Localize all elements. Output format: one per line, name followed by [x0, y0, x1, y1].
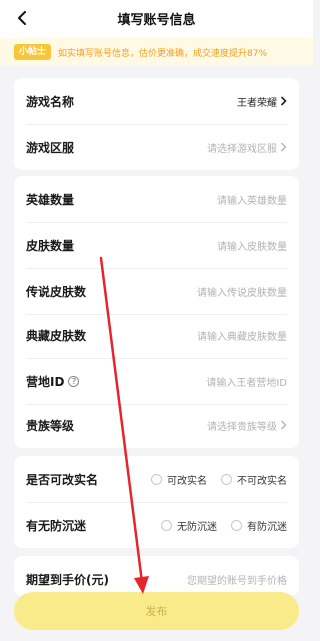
game-info-card: 游戏名称 王者荣耀 游戏区服 请选择游戏区服	[14, 78, 299, 170]
anti-addiction-yes-option[interactable]: 有防沉迷	[231, 518, 287, 533]
tip-badge: 小帖士	[14, 44, 52, 60]
anti-addiction-yes-text: 有防沉迷	[247, 521, 287, 533]
noble-level-row[interactable]: 贵族等级 请选择贵族等级	[14, 402, 299, 448]
noble-level-value: 请选择贵族等级	[207, 418, 287, 433]
hero-count-input[interactable]: 请输入英雄数量	[217, 192, 287, 207]
game-name-label: 游戏名称	[26, 94, 75, 109]
skin-count-input[interactable]: 请输入皮肤数量	[217, 238, 287, 253]
anti-addiction-no-option[interactable]: 无防沉迷	[161, 518, 217, 533]
realname-no-text: 不可改实名	[237, 475, 287, 487]
account-details-card: 英雄数量 请输入英雄数量 皮肤数量 请输入皮肤数量 传说皮肤数 请输入传说皮肤数…	[14, 176, 299, 448]
price-card: 期望到手价(元) 您期望的账号到手价格	[14, 556, 299, 596]
account-status-card: 是否可改实名 可改实名 不可改实名 有无防沉迷 无防沉迷 有防沉迷	[14, 456, 299, 548]
chevron-right-icon	[280, 142, 287, 152]
game-name-value: 王者荣耀	[237, 94, 287, 109]
tip-banner: 小帖士 如实填写账号信息，估价更准确，成交速度提升87%	[0, 38, 313, 66]
realname-no-option[interactable]: 不可改实名	[221, 472, 287, 487]
expected-price-label: 期望到手价(元)	[26, 572, 109, 587]
chevron-right-icon	[280, 96, 287, 106]
realname-yes-option[interactable]: 可改实名	[151, 472, 207, 487]
camp-id-label: 营地ID	[26, 374, 65, 389]
anti-addiction-label: 有无防沉迷	[26, 518, 87, 533]
legend-skin-input[interactable]: 请输入传说皮肤数量	[197, 284, 287, 299]
anti-addiction-radio-group: 无防沉迷 有防沉迷	[161, 518, 287, 533]
collection-skin-label: 典藏皮肤数	[26, 328, 87, 343]
skin-count-label: 皮肤数量	[26, 238, 75, 253]
realname-radio-group: 可改实名 不可改实名	[151, 472, 287, 487]
collection-skin-row[interactable]: 典藏皮肤数 请输入典藏皮肤数量	[14, 312, 299, 358]
hero-count-row[interactable]: 英雄数量 请输入英雄数量	[14, 176, 299, 222]
page-title: 填写账号信息	[117, 13, 196, 28]
hero-count-label: 英雄数量	[26, 192, 75, 207]
help-icon[interactable]: ?	[68, 375, 80, 387]
realname-label: 是否可改实名	[26, 472, 99, 487]
legend-skin-row[interactable]: 传说皮肤数 请输入传说皮肤数量	[14, 268, 299, 314]
game-server-label: 游戏区服	[26, 140, 75, 155]
camp-id-input[interactable]: 请输入王者营地ID	[206, 374, 287, 389]
game-name-row[interactable]: 游戏名称 王者荣耀	[14, 78, 299, 124]
game-server-value: 请选择游戏区服	[207, 140, 287, 155]
expected-price-row[interactable]: 期望到手价(元) 您期望的账号到手价格	[14, 556, 299, 596]
skin-count-row[interactable]: 皮肤数量 请输入皮肤数量	[14, 222, 299, 268]
camp-id-row[interactable]: 营地ID ? 请输入王者营地ID	[14, 358, 299, 404]
realname-row: 是否可改实名 可改实名 不可改实名	[14, 456, 299, 502]
camp-id-label-wrap: 营地ID ?	[26, 373, 80, 390]
noble-level-placeholder: 请选择贵族等级	[207, 421, 277, 433]
collection-skin-input[interactable]: 请输入典藏皮肤数量	[197, 328, 287, 343]
chevron-right-icon	[280, 420, 287, 430]
anti-addiction-no-text: 无防沉迷	[177, 521, 217, 533]
game-name-text: 王者荣耀	[237, 97, 277, 109]
top-nav-bar: 填写账号信息	[0, 0, 313, 38]
radio-icon	[231, 519, 242, 531]
publish-button[interactable]: 发布	[14, 592, 299, 630]
radio-icon	[151, 473, 162, 485]
game-server-placeholder: 请选择游戏区服	[207, 143, 277, 155]
legend-skin-label: 传说皮肤数	[26, 284, 87, 299]
radio-icon	[221, 473, 232, 485]
expected-price-input[interactable]: 您期望的账号到手价格	[187, 572, 287, 587]
tip-text: 如实填写账号信息，估价更准确，成交速度提升87%	[58, 48, 268, 59]
realname-yes-text: 可改实名	[167, 475, 207, 487]
game-server-row[interactable]: 游戏区服 请选择游戏区服	[14, 124, 299, 170]
noble-level-label: 贵族等级	[26, 418, 75, 433]
anti-addiction-row: 有无防沉迷 无防沉迷 有防沉迷	[14, 502, 299, 548]
radio-icon	[161, 519, 172, 531]
